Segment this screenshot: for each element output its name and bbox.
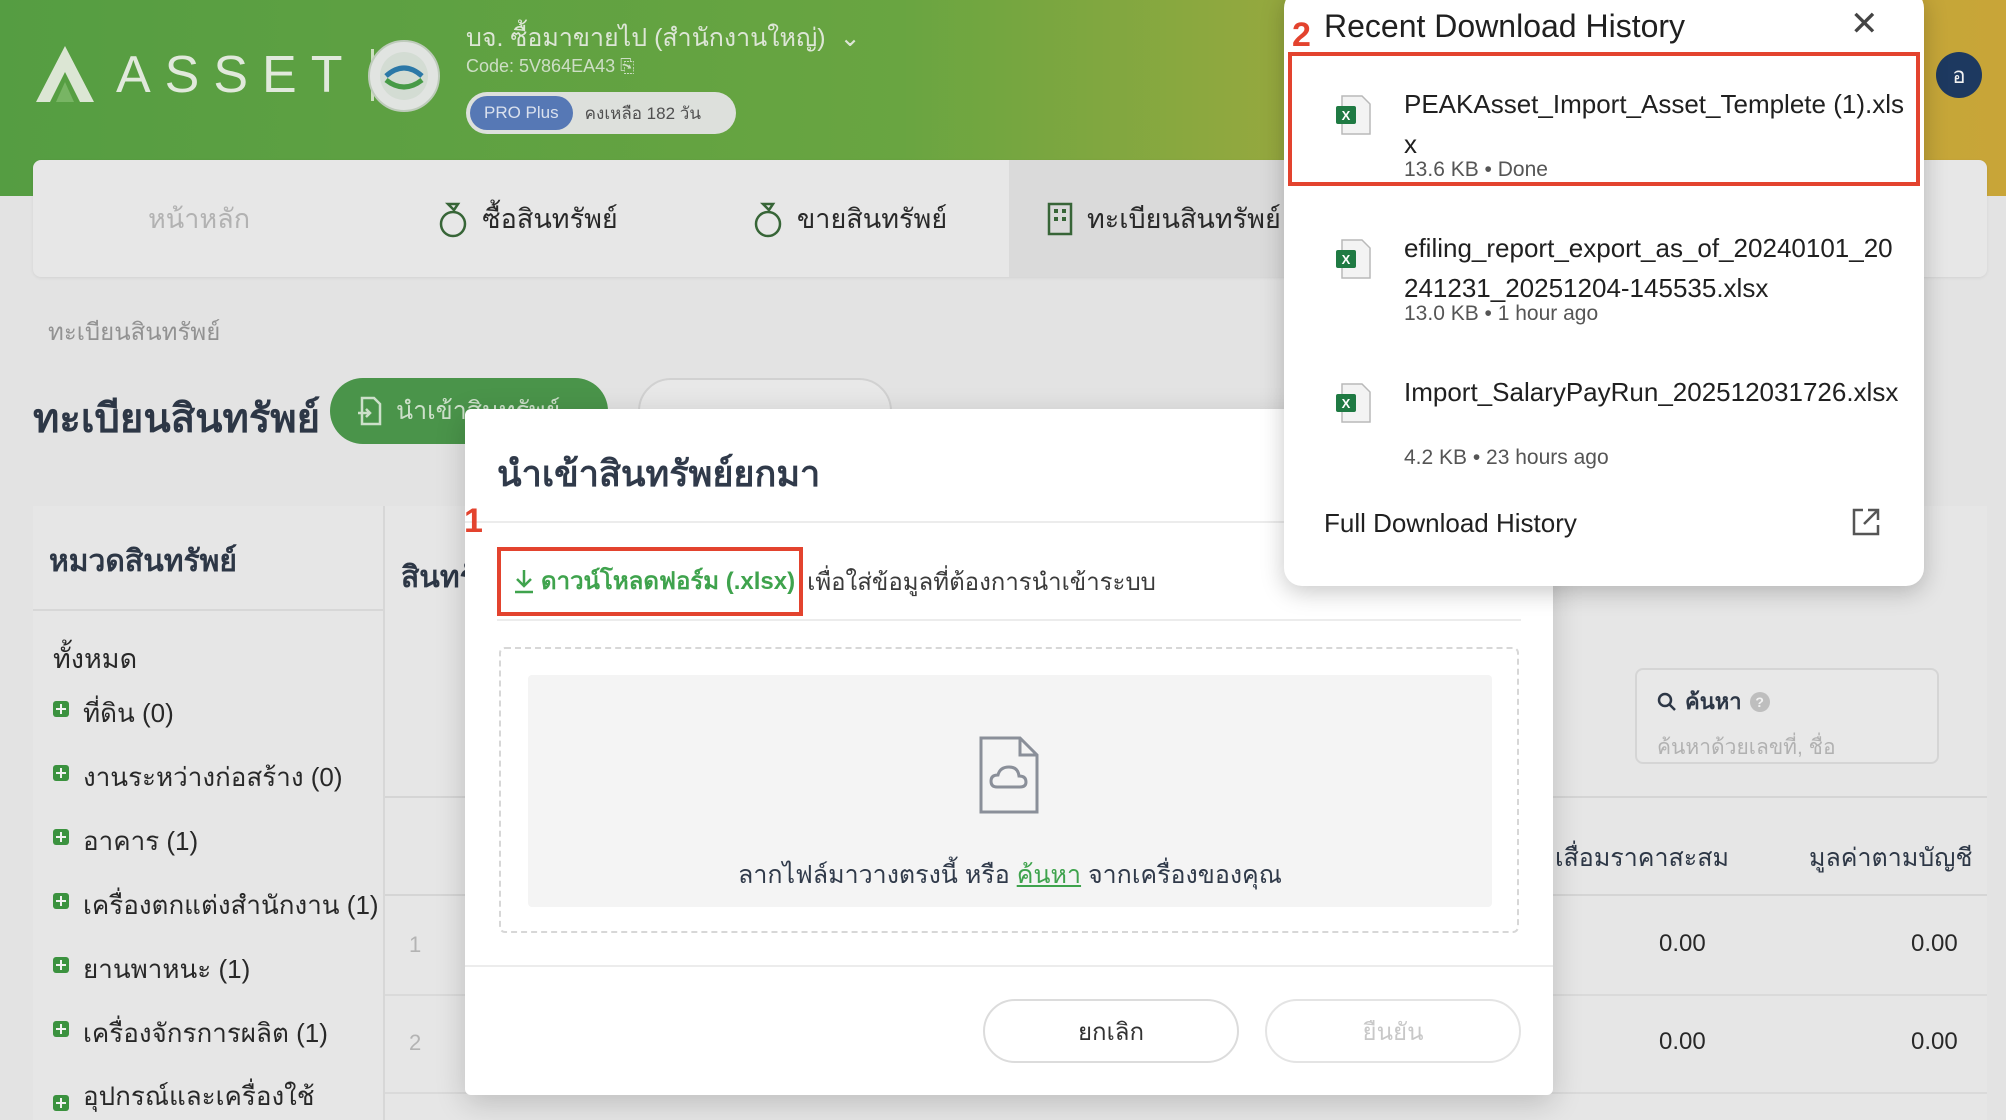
close-icon[interactable]: ✕ [1850, 4, 1879, 44]
download-history-popup: Recent Download History ✕ X PEAKAsset_Im… [1284, 0, 1924, 586]
dropzone-text-pre: ลากไฟล์มาวางตรงนี้ หรือ [738, 861, 1017, 889]
download-link-label: ดาวน์โหลดฟอร์ม (.xlsx) [541, 568, 796, 595]
file-dropzone[interactable]: ลากไฟล์มาวางตรงนี้ หรือ ค้นหา จากเครื่อง… [499, 647, 1519, 933]
full-download-history-link[interactable]: Full Download History [1324, 508, 1577, 539]
download-file-meta: 13.0 KB • 1 hour ago [1404, 302, 1599, 325]
download-icon [515, 569, 533, 593]
download-file-name: Import_SalaryPayRun_202512031726.xlsx [1404, 377, 1899, 407]
divider [465, 965, 1553, 967]
cancel-button[interactable]: ยกเลิก [983, 999, 1239, 1063]
browse-link[interactable]: ค้นหา [1017, 861, 1081, 889]
step-marker-1: 1 [464, 502, 483, 540]
svg-text:X: X [1342, 396, 1351, 411]
highlight-box [1288, 52, 1920, 186]
svg-text:X: X [1342, 252, 1351, 267]
download-template-link[interactable]: ดาวน์โหลดฟอร์ม (.xlsx) [497, 547, 804, 616]
modal-title: นำเข้าสินทรัพย์ยกมา [497, 453, 821, 494]
download-file-name: efiling_report_export_as_of_20240101_202… [1404, 233, 1893, 303]
download-instruction: ดาวน์โหลดฟอร์ม (.xlsx) เพื่อใส่ข้อมูลที่… [497, 547, 1156, 616]
excel-file-icon: X [1336, 239, 1371, 279]
divider [497, 619, 1521, 621]
confirm-button[interactable]: ยืนยัน [1265, 999, 1521, 1063]
download-description: เพื่อใส่ข้อมูลที่ต้องการนำเข้าระบบ [807, 569, 1156, 596]
dropzone-text-post: จากเครื่องของคุณ [1081, 861, 1282, 889]
download-item[interactable]: X efiling_report_export_as_of_20240101_2… [1284, 216, 1924, 346]
external-link-icon[interactable] [1850, 506, 1882, 538]
download-file-meta: 4.2 KB • 23 hours ago [1404, 446, 1609, 469]
dropzone-text: ลากไฟล์มาวางตรงนี้ หรือ ค้นหา จากเครื่อง… [528, 855, 1492, 895]
dropzone-inner[interactable]: ลากไฟล์มาวางตรงนี้ หรือ ค้นหา จากเครื่อง… [528, 675, 1492, 907]
excel-file-icon: X [1336, 383, 1371, 423]
download-popup-title: Recent Download History [1324, 8, 1686, 44]
cloud-file-icon [979, 736, 1039, 814]
step-marker-2: 2 [1292, 16, 1311, 54]
download-item[interactable]: X Import_SalaryPayRun_202512031726.xlsx … [1284, 360, 1924, 490]
